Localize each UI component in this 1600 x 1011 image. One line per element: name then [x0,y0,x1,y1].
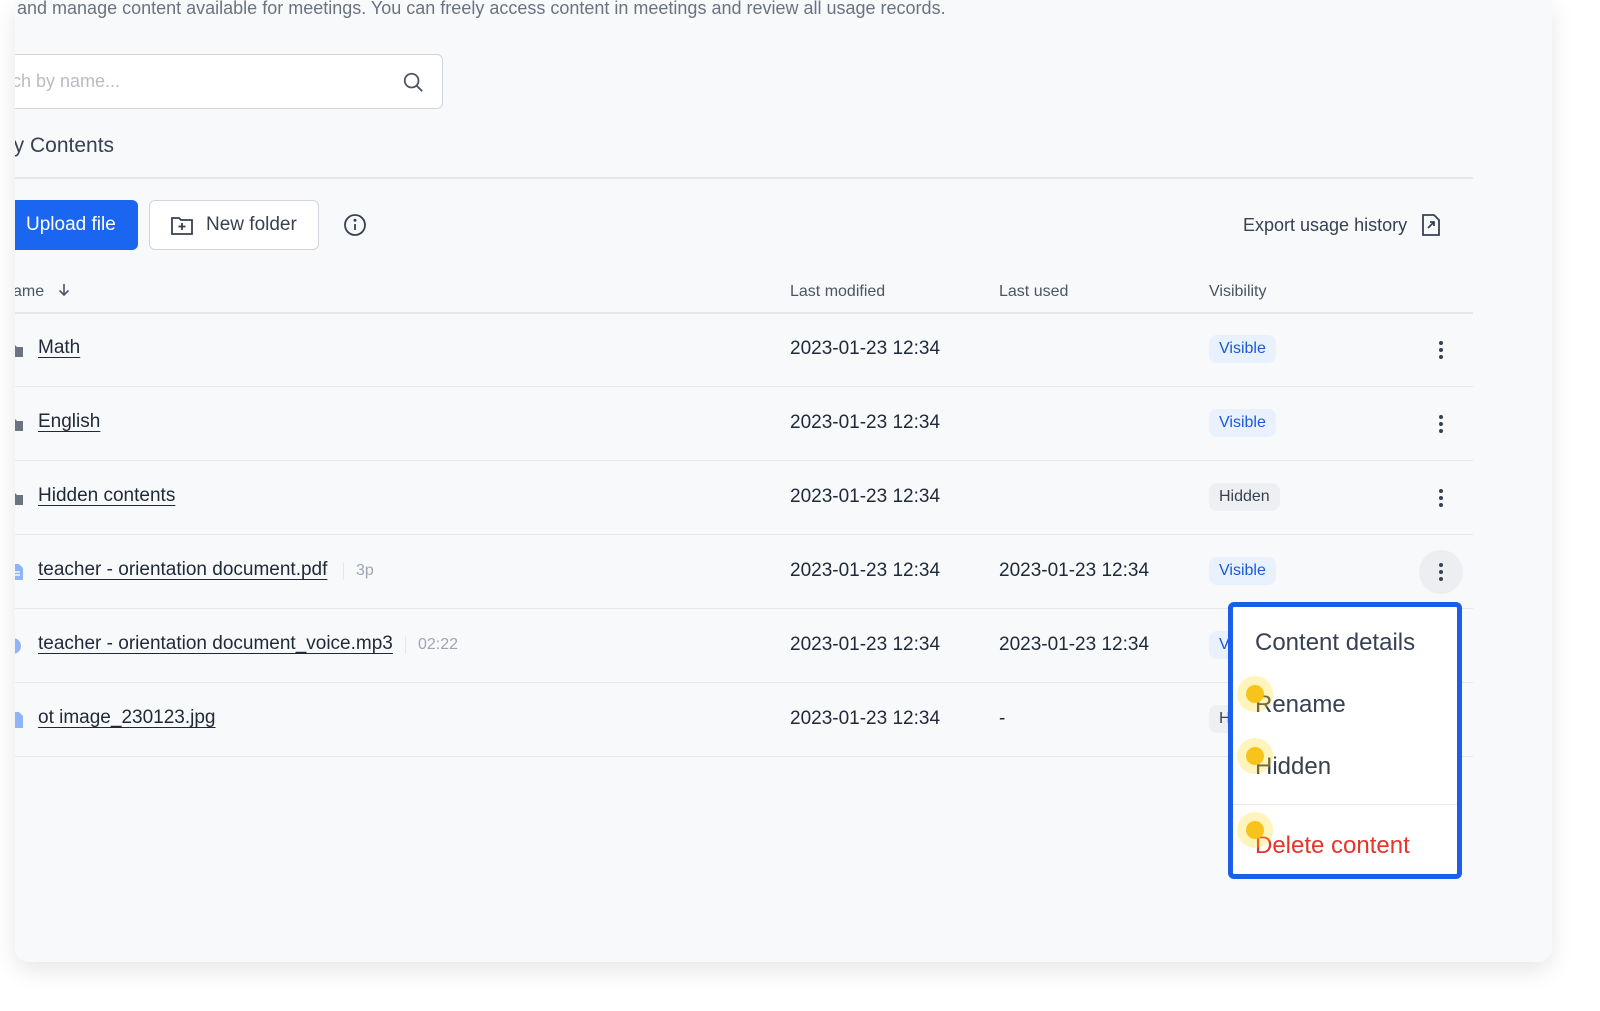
export-usage-history-button[interactable]: Export usage history [1243,210,1441,240]
audio-file-icon [15,638,21,654]
export-label: Export usage history [1243,214,1408,235]
new-folder-button[interactable]: New folder [149,200,319,250]
search-input[interactable] [15,55,386,108]
folder-icon [15,493,23,505]
more-vertical-icon [1439,563,1443,581]
file-name-link[interactable]: Math [38,337,80,359]
file-name-link[interactable]: Hidden contents [38,485,175,507]
more-options-button[interactable] [1419,550,1463,594]
menu-item-delete-content[interactable]: Delete content [1255,832,1410,860]
search-icon[interactable] [402,71,424,93]
more-options-button[interactable] [1419,476,1463,520]
table-row[interactable]: English 2023-01-23 12:34 Visible [15,387,1473,461]
file-name-link[interactable]: teacher - orientation document_voice.mp3 [38,633,393,655]
more-vertical-icon [1439,489,1443,507]
last-modified: 2023-01-23 12:34 [790,634,941,655]
file-name-link[interactable]: teacher - orientation document.pdf [38,559,327,581]
folder-icon [15,419,23,431]
more-options-button[interactable] [1419,402,1463,446]
more-vertical-icon [1439,341,1443,359]
file-name-link[interactable]: English [38,411,100,433]
visibility-badge: Visible [1209,409,1276,437]
folder-icon [15,345,23,357]
more-vertical-icon [1439,415,1443,433]
table-row[interactable]: teacher - orientation document.pdf 3p 20… [15,535,1473,609]
last-used: - [999,708,1006,729]
visibility-badge: Visible [1209,335,1276,363]
last-modified: 2023-01-23 12:34 [790,708,941,729]
menu-item-content-details[interactable]: Content details [1255,629,1415,657]
section-title: ly Contents [15,134,115,157]
last-modified: 2023-01-23 12:34 [790,560,941,581]
last-used: 2023-01-23 12:34 [999,560,1150,581]
column-header-last-modified[interactable]: Last modified [790,283,885,301]
file-name-link[interactable]: ot image_230123.jpg [38,707,215,729]
column-header-last-used[interactable]: Last used [999,283,1068,301]
last-modified: 2023-01-23 12:34 [790,338,941,359]
content-panel: d and manage content available for meeti… [15,0,1552,962]
last-used: 2023-01-23 12:34 [999,634,1150,655]
page-description: d and manage content available for meeti… [15,0,946,18]
click-highlight-marker [1237,812,1273,848]
click-highlight-marker [1237,676,1273,712]
last-modified: 2023-01-23 12:34 [790,486,941,507]
page-count: 3p [343,562,374,580]
sort-arrow-down-icon [58,284,69,297]
last-modified: 2023-01-23 12:34 [790,412,941,433]
upload-file-button[interactable]: Upload file [15,200,138,250]
table-row[interactable]: Hidden contents 2023-01-23 12:34 Hidden [15,461,1473,535]
table-row[interactable]: Math 2023-01-23 12:34 Visible [15,313,1473,387]
column-header-name[interactable]: ame [15,283,71,301]
new-folder-label: New folder [206,214,297,235]
context-menu: Content details Rename Hidden Delete con… [1228,602,1462,879]
click-highlight-marker [1237,738,1273,774]
menu-divider [1233,804,1457,805]
pdf-file-icon [15,564,23,580]
search-box[interactable] [15,54,443,109]
column-header-visibility[interactable]: Visibility [1209,283,1267,301]
visibility-badge: Visible [1209,557,1276,585]
more-options-button[interactable] [1419,328,1463,372]
export-file-icon [1422,214,1440,236]
image-file-icon [15,712,23,728]
info-icon[interactable] [343,213,367,237]
divider [15,177,1473,179]
audio-duration: 02:22 [405,636,458,654]
visibility-badge: Hidden [1209,483,1280,511]
folder-add-icon [171,217,193,235]
